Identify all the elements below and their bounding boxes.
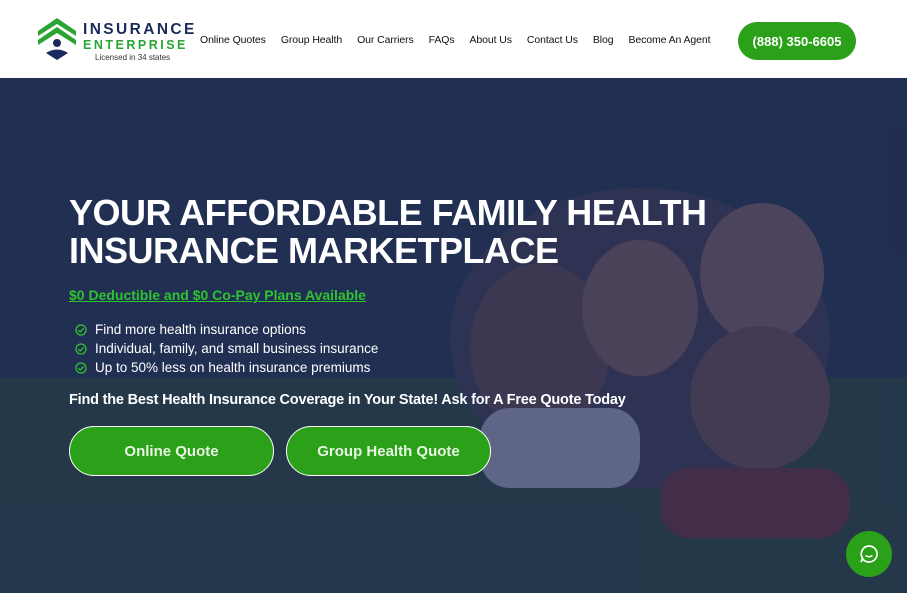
online-quote-button[interactable]: Online Quote <box>69 426 274 476</box>
benefits-list: Find more health insurance options Indiv… <box>75 320 378 377</box>
check-circle-icon <box>75 323 87 336</box>
benefit-text: Find more health insurance options <box>95 322 306 337</box>
logo[interactable]: INSURANCE ENTERPRISE Licensed in 34 stat… <box>36 16 196 64</box>
nav-our-carriers[interactable]: Our Carriers <box>357 34 414 46</box>
phone-button[interactable]: (888) 350-6605 <box>738 22 856 60</box>
nav-faqs[interactable]: FAQs <box>429 34 455 46</box>
logo-line2: ENTERPRISE <box>83 38 188 52</box>
nav-group-health[interactable]: Group Health <box>281 34 342 46</box>
benefit-text: Up to 50% less on health insurance premi… <box>95 360 371 375</box>
hero-headline: YOUR AFFORDABLE FAMILY HEALTH INSURANCE … <box>69 194 769 270</box>
hero-headline-line2: INSURANCE MARKETPLACE <box>69 230 559 271</box>
chat-icon <box>860 545 878 563</box>
nav-become-an-agent[interactable]: Become An Agent <box>628 34 710 46</box>
chat-button[interactable] <box>846 531 892 577</box>
nav-online-quotes[interactable]: Online Quotes <box>200 34 266 46</box>
main-nav: Online Quotes Group Health Our Carriers … <box>200 34 725 46</box>
list-item: Individual, family, and small business i… <box>75 339 378 358</box>
site-header: INSURANCE ENTERPRISE Licensed in 34 stat… <box>0 0 907 78</box>
list-item: Up to 50% less on health insurance premi… <box>75 358 378 377</box>
nav-about-us[interactable]: About Us <box>470 34 512 46</box>
logo-line1: INSURANCE <box>83 21 197 38</box>
check-circle-icon <box>75 361 87 374</box>
nav-contact-us[interactable]: Contact Us <box>527 34 578 46</box>
logo-house-icon <box>38 18 76 60</box>
hero-tagline: Find the Best Health Insurance Coverage … <box>69 392 626 408</box>
hero-subheadline-link[interactable]: $0 Deductible and $0 Co-Pay Plans Availa… <box>69 287 366 303</box>
check-circle-icon <box>75 342 87 355</box>
nav-blog[interactable]: Blog <box>593 34 614 46</box>
hero-section: YOUR AFFORDABLE FAMILY HEALTH INSURANCE … <box>0 78 907 593</box>
group-health-quote-button[interactable]: Group Health Quote <box>286 426 491 476</box>
benefit-text: Individual, family, and small business i… <box>95 341 379 356</box>
list-item: Find more health insurance options <box>75 320 378 339</box>
logo-tagline: Licensed in 34 states <box>95 53 171 62</box>
hero-headline-line1: YOUR AFFORDABLE FAMILY HEALTH <box>69 192 707 233</box>
